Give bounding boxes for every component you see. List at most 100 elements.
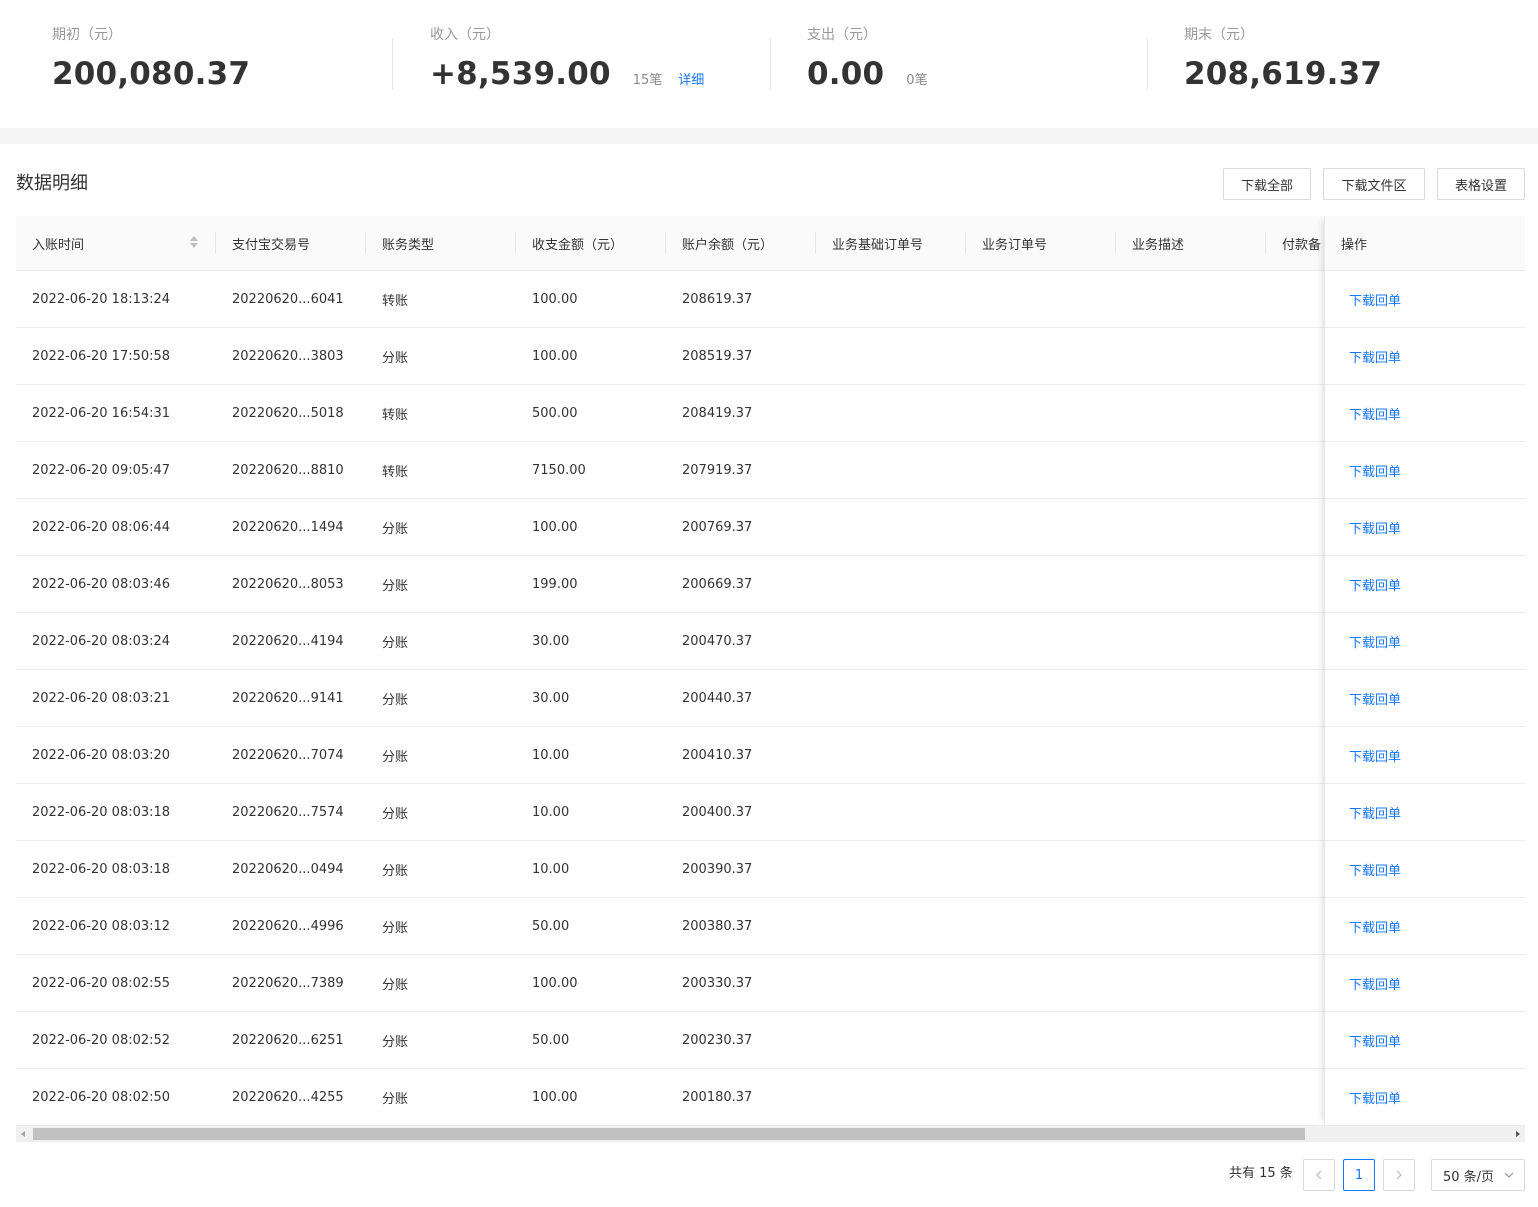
cell-amount: 10.00 — [532, 804, 570, 820]
download-receipt-link[interactable]: 下载回单 — [1333, 955, 1401, 1011]
cell-trade-no: 20220620...7389 — [232, 975, 344, 991]
cell-time: 2022-06-20 08:03:12 — [32, 918, 171, 934]
column-header-action: 操作 — [1341, 237, 1368, 253]
table-header: 入账时间 支付宝交易号 账务类型 收支金额（元） 账户余额（元） 业务基础订单号… — [16, 216, 1525, 271]
table-row: 2022-06-20 08:02:52 20220620...6251 分账 50.0… — [16, 1012, 1525, 1069]
column-header-order-no: 业务订单号 — [982, 237, 1048, 253]
column-header-description: 业务描述 — [1132, 237, 1185, 253]
scrollbar-thumb[interactable] — [33, 1128, 1305, 1140]
action-cell-row: 下载回单 — [1325, 271, 1525, 328]
horizontal-scrollbar[interactable] — [16, 1126, 1525, 1142]
page-1-button[interactable]: 1 — [1343, 1159, 1375, 1191]
cell-balance: 208619.37 — [682, 291, 753, 307]
cell-balance: 200440.37 — [682, 690, 753, 706]
cell-trade-no: 20220620...9141 — [232, 690, 344, 706]
cell-amount: 30.00 — [532, 690, 570, 706]
action-cell-row: 下载回单 — [1325, 385, 1525, 442]
cell-trade-no: 20220620...6251 — [232, 1032, 344, 1048]
download-receipt-link[interactable]: 下载回单 — [1333, 841, 1401, 897]
action-cell-row: 下载回单 — [1325, 1012, 1525, 1069]
expense-count: 0笔 — [906, 73, 928, 88]
cell-amount: 50.00 — [532, 918, 570, 934]
column-header-time[interactable]: 入账时间 — [16, 216, 216, 270]
closing-value: 208,619.37 — [1184, 56, 1383, 92]
cell-balance: 200230.37 — [682, 1032, 753, 1048]
page-size-select[interactable]: 50 条/页 — [1431, 1159, 1525, 1191]
cell-trade-no: 20220620...3803 — [232, 348, 344, 364]
cell-type: 分账 — [382, 749, 409, 765]
download-receipt-link[interactable]: 下载回单 — [1333, 1012, 1401, 1068]
download-receipt-link[interactable]: 下载回单 — [1333, 271, 1401, 327]
income-stat: 收入（元） +8,539.00 15笔 详细 — [430, 26, 704, 106]
download-receipt-link[interactable]: 下载回单 — [1333, 328, 1401, 384]
action-cell-row: 下载回单 — [1325, 499, 1525, 556]
cell-time: 2022-06-20 08:03:21 — [32, 690, 171, 706]
download-all-button[interactable]: 下载全部 — [1223, 168, 1311, 200]
table-row: 2022-06-20 08:02:55 20220620...7389 分账 100.… — [16, 955, 1525, 1012]
download-receipt-link[interactable]: 下载回单 — [1333, 385, 1401, 441]
table-row: 2022-06-20 08:03:12 20220620...4996 分账 50.0… — [16, 898, 1525, 955]
prev-page-button[interactable] — [1303, 1159, 1335, 1191]
cell-balance: 200769.37 — [682, 519, 753, 535]
download-receipt-link[interactable]: 下载回单 — [1333, 499, 1401, 555]
cell-type: 分账 — [382, 1034, 409, 1050]
cell-balance: 200330.37 — [682, 975, 753, 991]
cell-type: 分账 — [382, 521, 409, 537]
table-settings-button[interactable]: 表格设置 — [1437, 168, 1525, 200]
download-receipt-link[interactable]: 下载回单 — [1333, 898, 1401, 954]
download-receipt-link[interactable]: 下载回单 — [1333, 727, 1401, 783]
download-receipt-link[interactable]: 下载回单 — [1333, 670, 1401, 726]
cell-type: 分账 — [382, 635, 409, 651]
action-cell-row: 下载回单 — [1325, 613, 1525, 670]
income-detail-link[interactable]: 详细 — [678, 69, 704, 88]
chevron-left-icon — [1316, 1170, 1322, 1180]
table-row: 2022-06-20 08:03:21 20220620...9141 分账 30.0… — [16, 670, 1525, 727]
action-cell-row: 下载回单 — [1325, 442, 1525, 499]
next-page-button[interactable] — [1383, 1159, 1415, 1191]
chevron-down-icon — [1504, 1172, 1514, 1178]
table-row: 2022-06-20 09:05:47 20220620...8810 转账 7150… — [16, 442, 1525, 499]
cell-amount: 10.00 — [532, 861, 570, 877]
cell-balance: 200400.37 — [682, 804, 753, 820]
cell-type: 分账 — [382, 806, 409, 822]
cell-trade-no: 20220620...8053 — [232, 576, 344, 592]
cell-amount: 100.00 — [532, 291, 578, 307]
scroll-right-icon[interactable] — [1516, 1131, 1520, 1137]
sort-icon[interactable] — [190, 236, 198, 250]
column-header-amount: 收支金额（元） — [532, 237, 624, 253]
cell-type: 分账 — [382, 692, 409, 708]
scroll-left-icon[interactable] — [21, 1131, 25, 1137]
cell-trade-no: 20220620...4255 — [232, 1089, 344, 1105]
table-row: 2022-06-20 18:13:24 20220620...6041 转账 100.… — [16, 271, 1525, 328]
cell-trade-no: 20220620...0494 — [232, 861, 344, 877]
cell-balance: 200390.37 — [682, 861, 753, 877]
download-receipt-link[interactable]: 下载回单 — [1333, 442, 1401, 498]
table-row: 2022-06-20 08:03:20 20220620...7074 分账 10.0… — [16, 727, 1525, 784]
cell-balance: 200669.37 — [682, 576, 753, 592]
closing-balance-stat: 期末（元） 208,619.37 — [1184, 26, 1382, 106]
download-folder-button[interactable]: 下载文件区 — [1323, 168, 1425, 200]
cell-trade-no: 20220620...4996 — [232, 918, 344, 934]
cell-amount: 50.00 — [532, 1032, 570, 1048]
cell-trade-no: 20220620...5018 — [232, 405, 344, 421]
cell-time: 2022-06-20 08:03:24 — [32, 633, 171, 649]
cell-type: 分账 — [382, 977, 409, 993]
closing-label: 期末（元） — [1184, 27, 1254, 43]
table-row: 2022-06-20 08:03:24 20220620...4194 分账 30.0… — [16, 613, 1525, 670]
section-divider — [0, 128, 1538, 144]
download-receipt-link[interactable]: 下载回单 — [1333, 784, 1401, 840]
cell-time: 2022-06-20 17:50:58 — [32, 348, 171, 364]
action-cell-row: 下载回单 — [1325, 670, 1525, 727]
cell-balance: 200380.37 — [682, 918, 753, 934]
cell-type: 转账 — [382, 293, 409, 309]
action-cell-row: 下载回单 — [1325, 841, 1525, 898]
action-cell-row: 下载回单 — [1325, 1069, 1525, 1126]
cell-time: 2022-06-20 09:05:47 — [32, 462, 171, 478]
summary-divider — [1147, 38, 1148, 90]
action-cell-row: 下载回单 — [1325, 556, 1525, 613]
table-row: 2022-06-20 08:03:18 20220620...7574 分账 10.0… — [16, 784, 1525, 841]
download-receipt-link[interactable]: 下载回单 — [1333, 1069, 1401, 1125]
download-receipt-link[interactable]: 下载回单 — [1333, 613, 1401, 669]
download-receipt-link[interactable]: 下载回单 — [1333, 556, 1401, 612]
expense-value: 0.00 — [807, 56, 885, 92]
